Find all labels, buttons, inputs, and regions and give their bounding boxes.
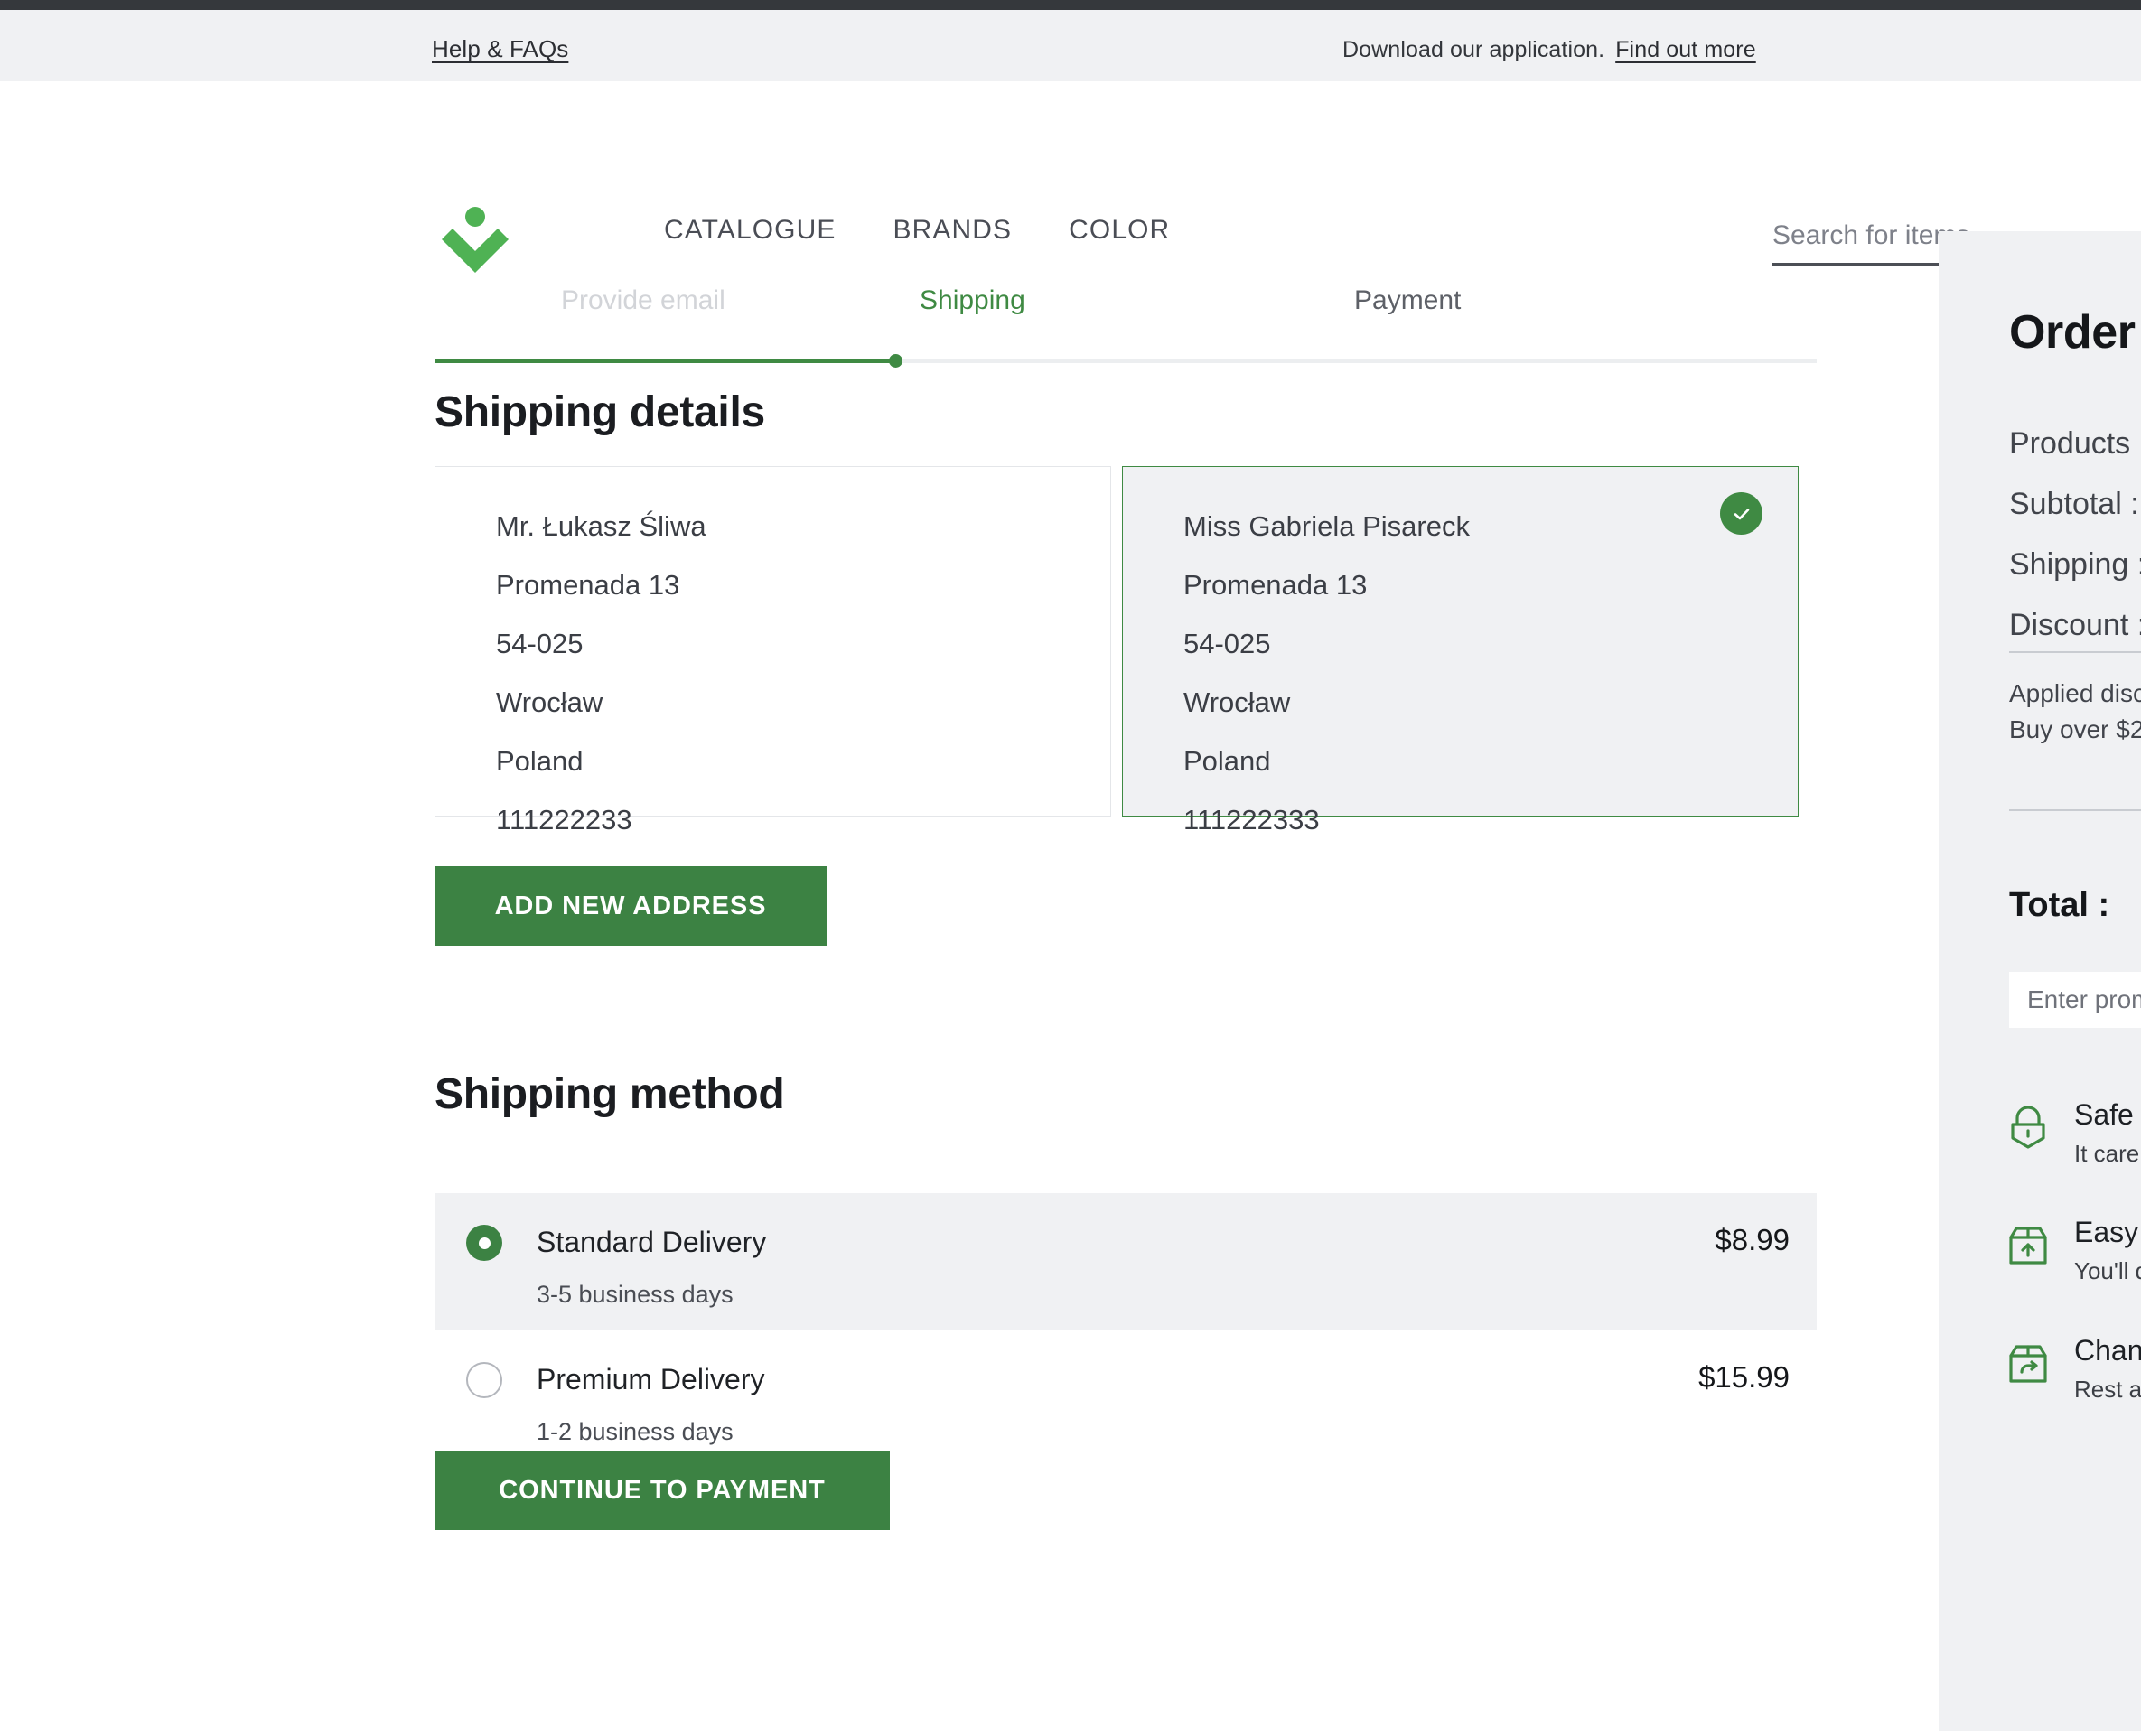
summary-label-discount: Discount : (2009, 608, 2141, 642)
main-nav: CATALOGUE BRANDS COLOR (664, 215, 1170, 246)
continue-to-payment-button[interactable]: CONTINUE TO PAYMENT (435, 1451, 890, 1530)
assurance-text-change: Chan Rest a (2074, 1334, 2141, 1406)
find-out-more-link[interactable]: Find out more (1615, 37, 1756, 62)
address-city: Wrocław (1183, 686, 1291, 718)
address-street: Promenada 13 (1183, 569, 1368, 601)
brand-logo[interactable] (435, 206, 516, 276)
order-summary-rows: Products : Subtotal : Shipping : Discoun… (2009, 426, 2141, 668)
applied-discount-note: Applied discount: Buy over $2 (2009, 676, 2141, 748)
shipping-option-eta: 3-5 business days (537, 1281, 734, 1308)
order-total-row: Total : (2009, 886, 2141, 925)
top-dark-strip (0, 0, 2141, 10)
step-payment[interactable]: Payment (1354, 285, 1461, 316)
checkout-page: Help & FAQs Download our application. Fin… (0, 0, 2141, 1736)
summary-row-discount: Discount : (2009, 608, 2141, 643)
box-return-arrow-icon (2002, 1338, 2054, 1390)
address-list: Mr. Łukasz Śliwa Promenada 13 54-025 Wro… (435, 466, 1799, 834)
shipping-method-list: Standard Delivery 3-5 business days $8.9… (435, 1193, 1817, 1468)
address-card-unselected[interactable]: Mr. Łukasz Śliwa Promenada 13 54-025 Wro… (435, 466, 1111, 834)
address-name: Miss Gabriela Pisareck (1183, 510, 1470, 542)
address-country: Poland (496, 745, 584, 777)
assurance-title-easy: Easy (2074, 1216, 2139, 1249)
nav-item-catalogue[interactable]: CATALOGUE (664, 215, 837, 246)
assurance-item-change: Chan Rest a (2002, 1334, 2141, 1406)
assurances-list: Safe It care Easy You'll date (2002, 1098, 2141, 1451)
assurance-text-easy: Easy You'll date (2074, 1216, 2141, 1288)
site-header: CATALOGUE BRANDS COLOR (0, 81, 2141, 273)
shipping-option-text: Premium Delivery 1-2 business days (537, 1361, 764, 1446)
checkout-main-column: Provide email Shipping Payment Shipping … (435, 285, 1817, 1530)
assurance-desc-change: Rest a (2074, 1375, 2141, 1403)
box-up-arrow-icon (2002, 1219, 2054, 1272)
address-street: Promenada 13 (496, 569, 680, 601)
nav-item-brands[interactable]: BRANDS (893, 215, 1013, 246)
step-provide-email[interactable]: Provide email (561, 285, 725, 316)
assurance-item-safe: Safe It care (2002, 1098, 2141, 1171)
add-new-address-button[interactable]: ADD NEW ADDRESS (435, 866, 827, 946)
order-total-label: Total : (2009, 886, 2110, 924)
order-summary-panel: Order summary Products : Subtotal : Ship… (1939, 231, 2141, 1731)
checkout-progress-track (435, 354, 1817, 368)
shipping-option-text: Standard Delivery 3-5 business days (537, 1224, 766, 1309)
shipping-option-eta: 1-2 business days (537, 1418, 734, 1445)
shipping-option-premium[interactable]: Premium Delivery 1-2 business days $15.9… (435, 1330, 1817, 1468)
checkout-steps: Provide email Shipping Payment (435, 285, 1817, 368)
summary-row-subtotal: Subtotal : (2009, 487, 2141, 522)
shipping-option-standard[interactable]: Standard Delivery 3-5 business days $8.9… (435, 1193, 1817, 1330)
nav-item-color[interactable]: COLOR (1069, 215, 1170, 246)
address-phone: 111222333 (1183, 804, 1320, 835)
step-shipping[interactable]: Shipping (920, 285, 1025, 316)
summary-label-subtotal: Subtotal : (2009, 487, 2139, 521)
shipping-method-heading: Shipping method (435, 1070, 785, 1118)
address-postcode: 54-025 (1183, 628, 1271, 659)
lock-icon (2002, 1102, 2054, 1154)
summary-row-shipping: Shipping : (2009, 547, 2141, 583)
utility-bar: Help & FAQs Download our application. Fin… (0, 10, 2141, 81)
address-selected-check-badge (1720, 492, 1762, 535)
assurance-text-safe: Safe It care (2074, 1098, 2141, 1171)
assurance-title-safe: Safe (2074, 1098, 2134, 1131)
assurance-item-easy: Easy You'll date (2002, 1216, 2141, 1288)
shipping-option-price: $8.99 (1715, 1223, 1790, 1256)
checkout-progress-knob (889, 354, 902, 368)
summary-label-shipping: Shipping : (2009, 547, 2141, 582)
applied-discount-rule: Buy over $2 (2009, 714, 2141, 743)
address-city: Wrocław (496, 686, 603, 718)
address-name: Mr. Łukasz Śliwa (496, 510, 706, 542)
download-app-text: Download our application. (1342, 37, 1605, 62)
summary-row-products: Products : (2009, 426, 2141, 462)
shipping-option-name: Standard Delivery (537, 1226, 767, 1258)
shipping-details-heading: Shipping details (435, 388, 765, 436)
summary-divider-top (2009, 651, 2141, 653)
summary-label-products: Products : (2009, 426, 2141, 461)
checkout-progress-fill (435, 359, 895, 363)
order-summary-title: Order summary (2009, 306, 2141, 359)
check-icon (1734, 508, 1749, 519)
address-postcode: 54-025 (496, 628, 584, 659)
help-faqs-link[interactable]: Help & FAQs (432, 35, 568, 63)
address-card-selected[interactable]: Miss Gabriela Pisareck Promenada 13 54-0… (1122, 466, 1799, 834)
assurance-title-change: Chan (2074, 1333, 2141, 1367)
download-app-notice: Download our application. Find out more (1342, 37, 1756, 63)
shipping-option-name: Premium Delivery (537, 1363, 765, 1395)
address-phone: 111222233 (496, 804, 632, 835)
assurance-desc-safe: It care (2074, 1139, 2140, 1167)
promo-code-input[interactable] (2009, 972, 2141, 1028)
shipping-option-price: $15.99 (1698, 1360, 1790, 1394)
radio-premium-delivery[interactable] (466, 1362, 502, 1398)
radio-standard-delivery[interactable] (466, 1225, 502, 1261)
address-country: Poland (1183, 745, 1271, 777)
assurance-desc-easy: You'll date (2074, 1257, 2141, 1285)
summary-divider-bottom (2009, 809, 2141, 811)
applied-discount-label: Applied discount: (2009, 679, 2141, 707)
